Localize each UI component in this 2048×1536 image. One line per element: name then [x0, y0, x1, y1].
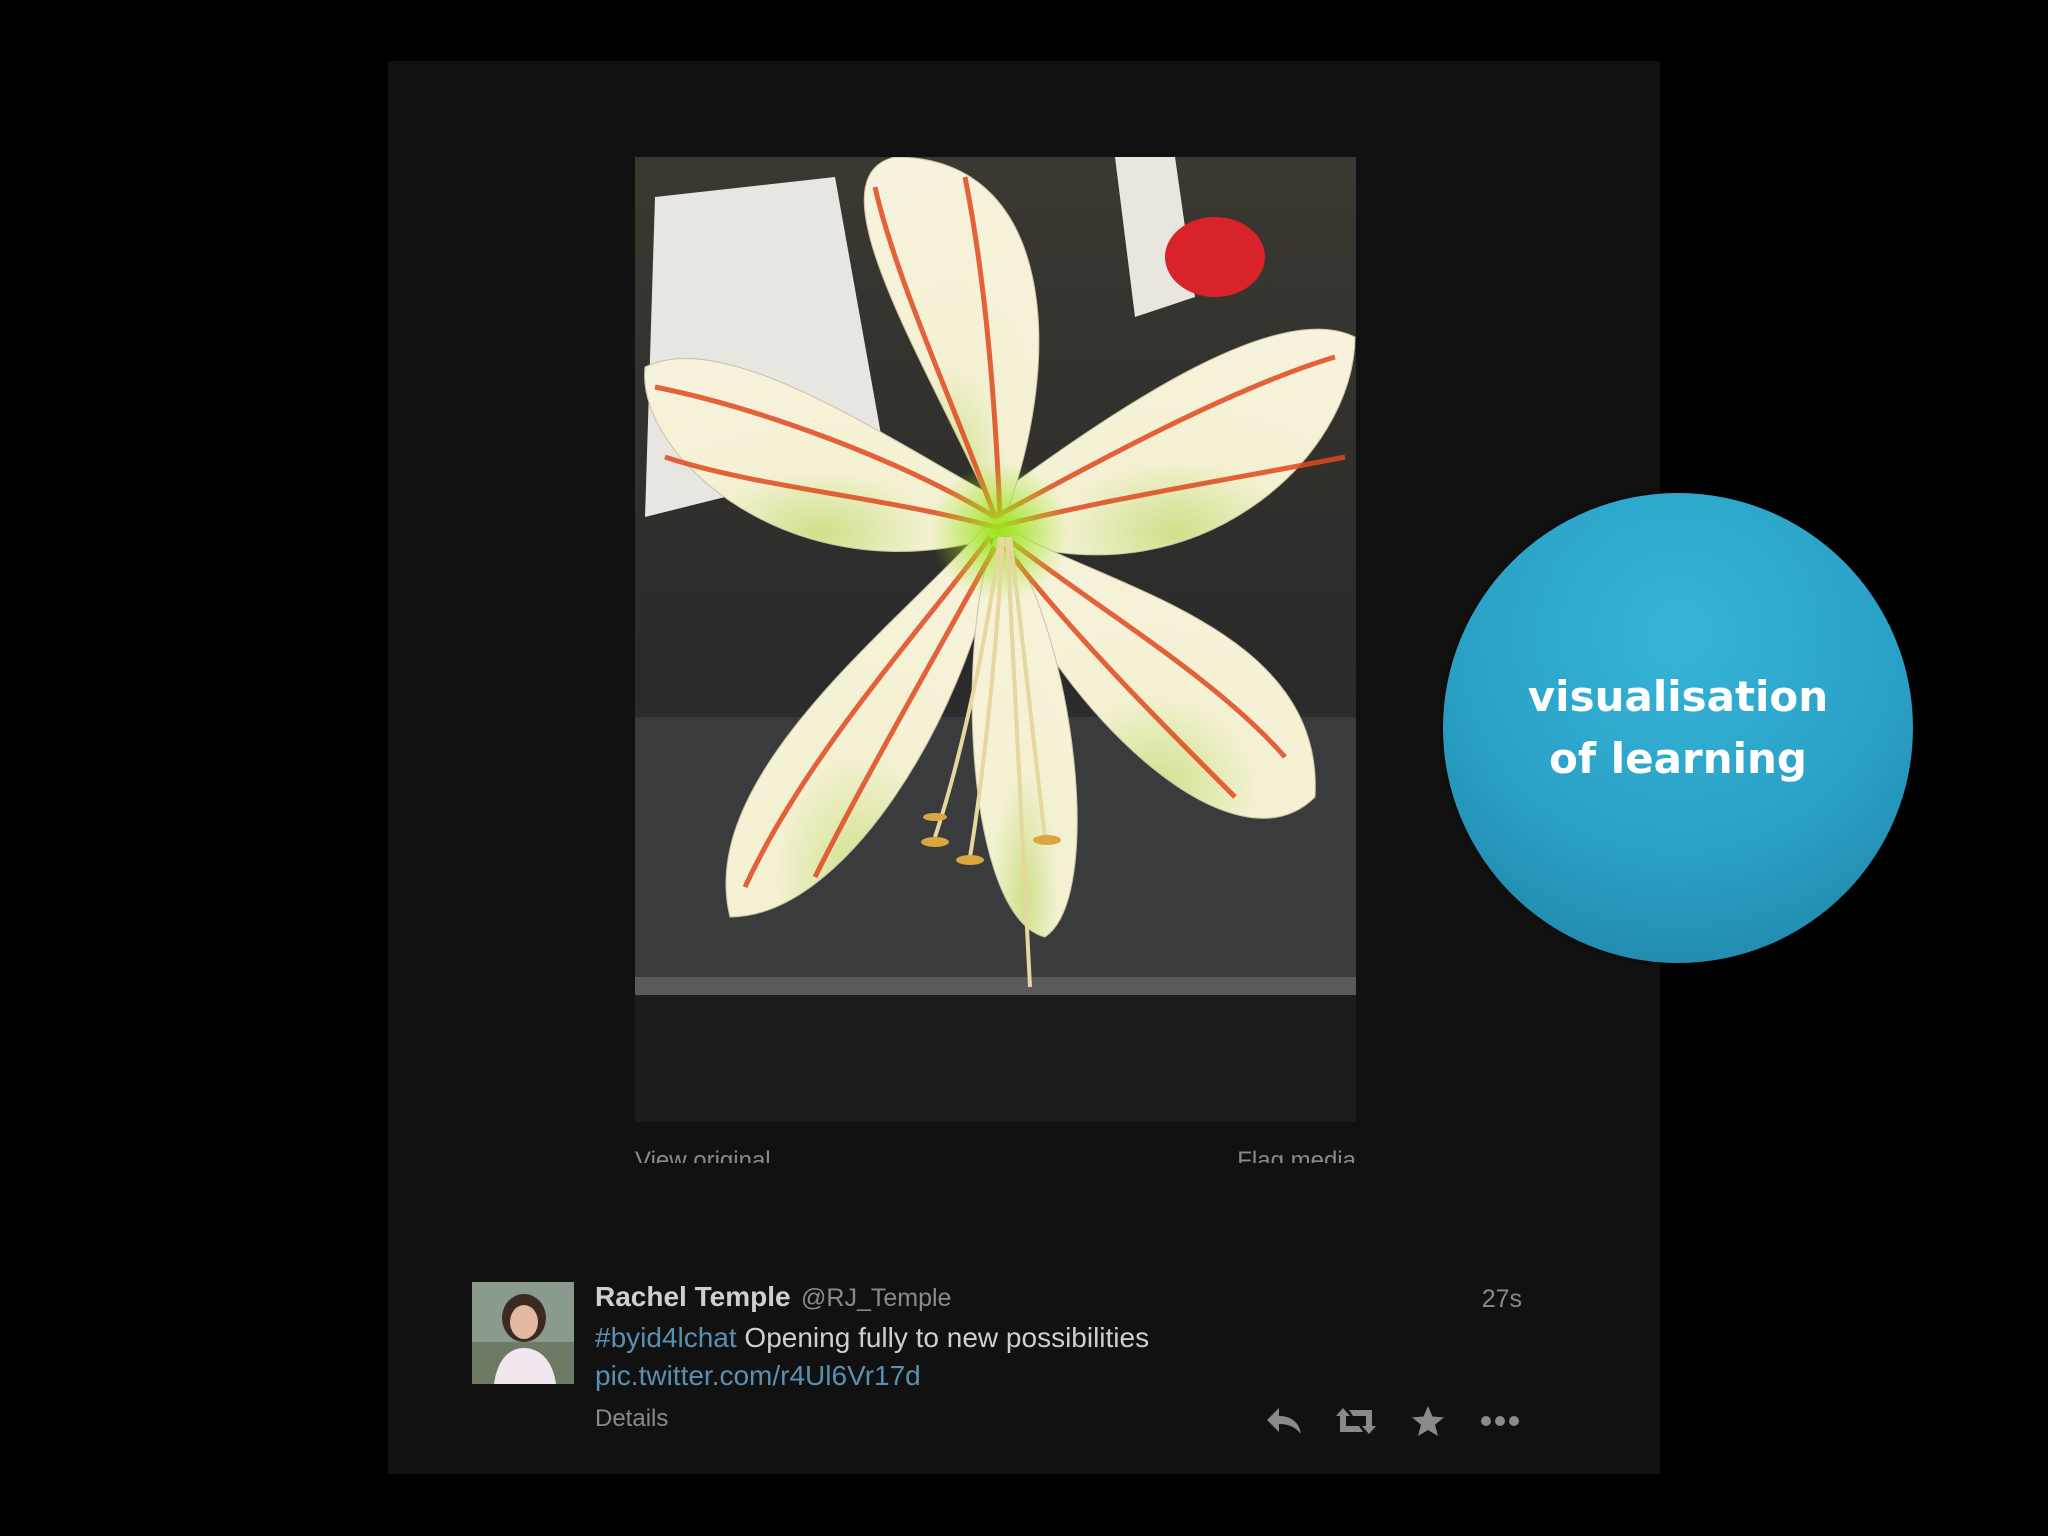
- callout-line-2: of learning: [1549, 734, 1807, 783]
- pic-link[interactable]: pic.twitter.com/r4Ul6Vr17d: [595, 1357, 921, 1395]
- slide: View original Flag media Rachel Temple @…: [0, 0, 2048, 1536]
- media-links: View original Flag media: [635, 1143, 1356, 1163]
- tweet-timestamp[interactable]: 27s: [1482, 1285, 1522, 1314]
- flower-photo[interactable]: [635, 157, 1356, 1122]
- view-original-link[interactable]: View original: [635, 1147, 771, 1163]
- reply-icon[interactable]: [1262, 1401, 1306, 1441]
- tweet-actions: [1262, 1401, 1522, 1441]
- tweet-body: Opening fully to new possibilities: [736, 1322, 1150, 1353]
- details-link[interactable]: Details: [595, 1405, 668, 1433]
- tweet: Rachel Temple @RJ_Temple 27s #byid4lchat…: [472, 1281, 1522, 1441]
- flag-media-link[interactable]: Flag media: [1237, 1147, 1356, 1163]
- hashtag-link[interactable]: #byid4lchat: [595, 1322, 737, 1353]
- more-icon[interactable]: [1478, 1401, 1522, 1441]
- callout-text: visualisation of learning: [1528, 666, 1828, 790]
- avatar[interactable]: [472, 1282, 574, 1384]
- author-name[interactable]: Rachel Temple: [595, 1281, 791, 1312]
- callout-circle: visualisation of learning: [1443, 493, 1913, 963]
- retweet-icon[interactable]: [1334, 1401, 1378, 1441]
- author-handle[interactable]: @RJ_Temple: [801, 1284, 951, 1312]
- favorite-icon[interactable]: [1406, 1401, 1450, 1441]
- callout-line-1: visualisation: [1527, 672, 1829, 721]
- tweet-text: #byid4lchat Opening fully to new possibi…: [595, 1319, 1149, 1357]
- tweet-header: Rachel Temple @RJ_Temple: [595, 1281, 951, 1321]
